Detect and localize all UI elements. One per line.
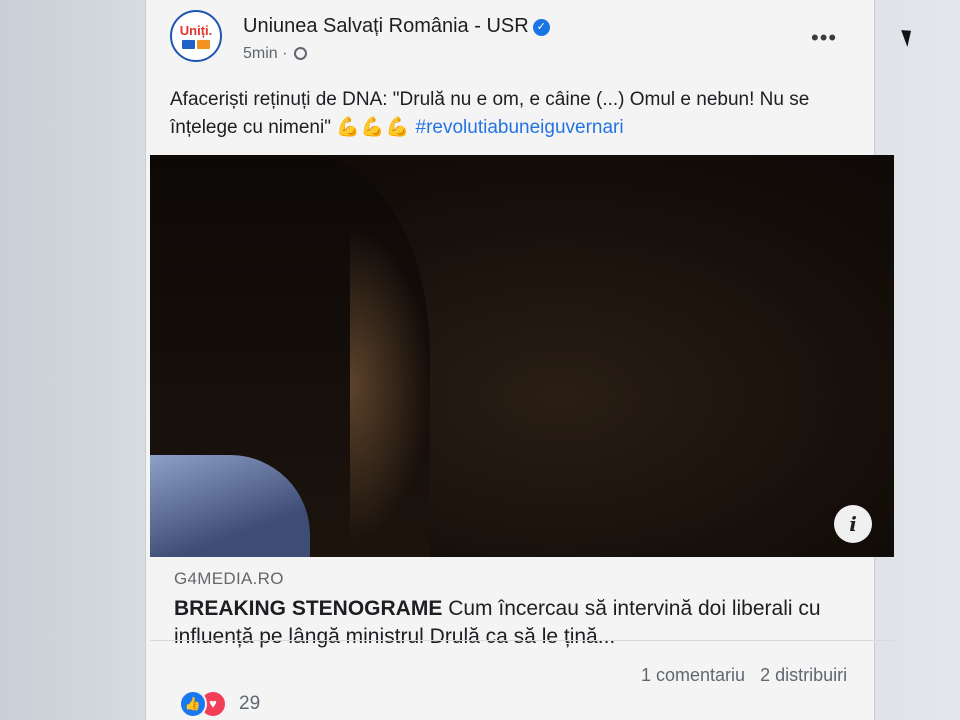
like-icon: 👍 (179, 690, 207, 718)
image-light-edge (350, 225, 430, 545)
reaction-summary[interactable]: 👍 ♥ 29 (179, 690, 260, 718)
globe-icon (293, 47, 307, 60)
logo-orange-mark (197, 39, 210, 49)
page-name[interactable]: Uniunea Salvați România - USR ✓ (243, 15, 550, 38)
engagement-stats: 1 comentariu 2 distribuiri (641, 665, 847, 686)
page-avatar[interactable]: Uniți. (170, 10, 222, 62)
meta-separator: · (282, 45, 292, 62)
avatar-logo-marks (182, 39, 210, 49)
author-name[interactable]: Uniunea Salvați România - USR (243, 15, 529, 37)
post-text: Afaceriști reținuți de DNA: "Drulă nu e … (170, 86, 860, 142)
post-meta: 5min · (243, 45, 307, 63)
more-options-button[interactable]: ••• (811, 27, 837, 49)
link-title-bold: BREAKING STENOGRAME (174, 597, 443, 620)
logo-blue-mark (182, 39, 195, 49)
info-button[interactable]: i (834, 505, 872, 543)
shares-count-link[interactable]: 2 distribuiri (760, 665, 847, 685)
footer-divider (150, 640, 894, 641)
hashtag-link[interactable]: #revolutiabuneiguvernari (416, 117, 624, 138)
comments-count-link[interactable]: 1 comentariu (641, 665, 745, 685)
reaction-count: 29 (239, 693, 261, 714)
avatar-logo-text: Uniți. (179, 22, 213, 38)
post-time[interactable]: 5min (243, 45, 278, 62)
verified-badge-icon: ✓ (532, 19, 550, 36)
flexed-biceps-emoji: 💪💪💪 (336, 117, 411, 138)
link-preview-image[interactable]: i (150, 155, 894, 557)
facebook-post-card: Uniți. Uniunea Salvați România - USR ✓ 5m… (145, 0, 894, 720)
